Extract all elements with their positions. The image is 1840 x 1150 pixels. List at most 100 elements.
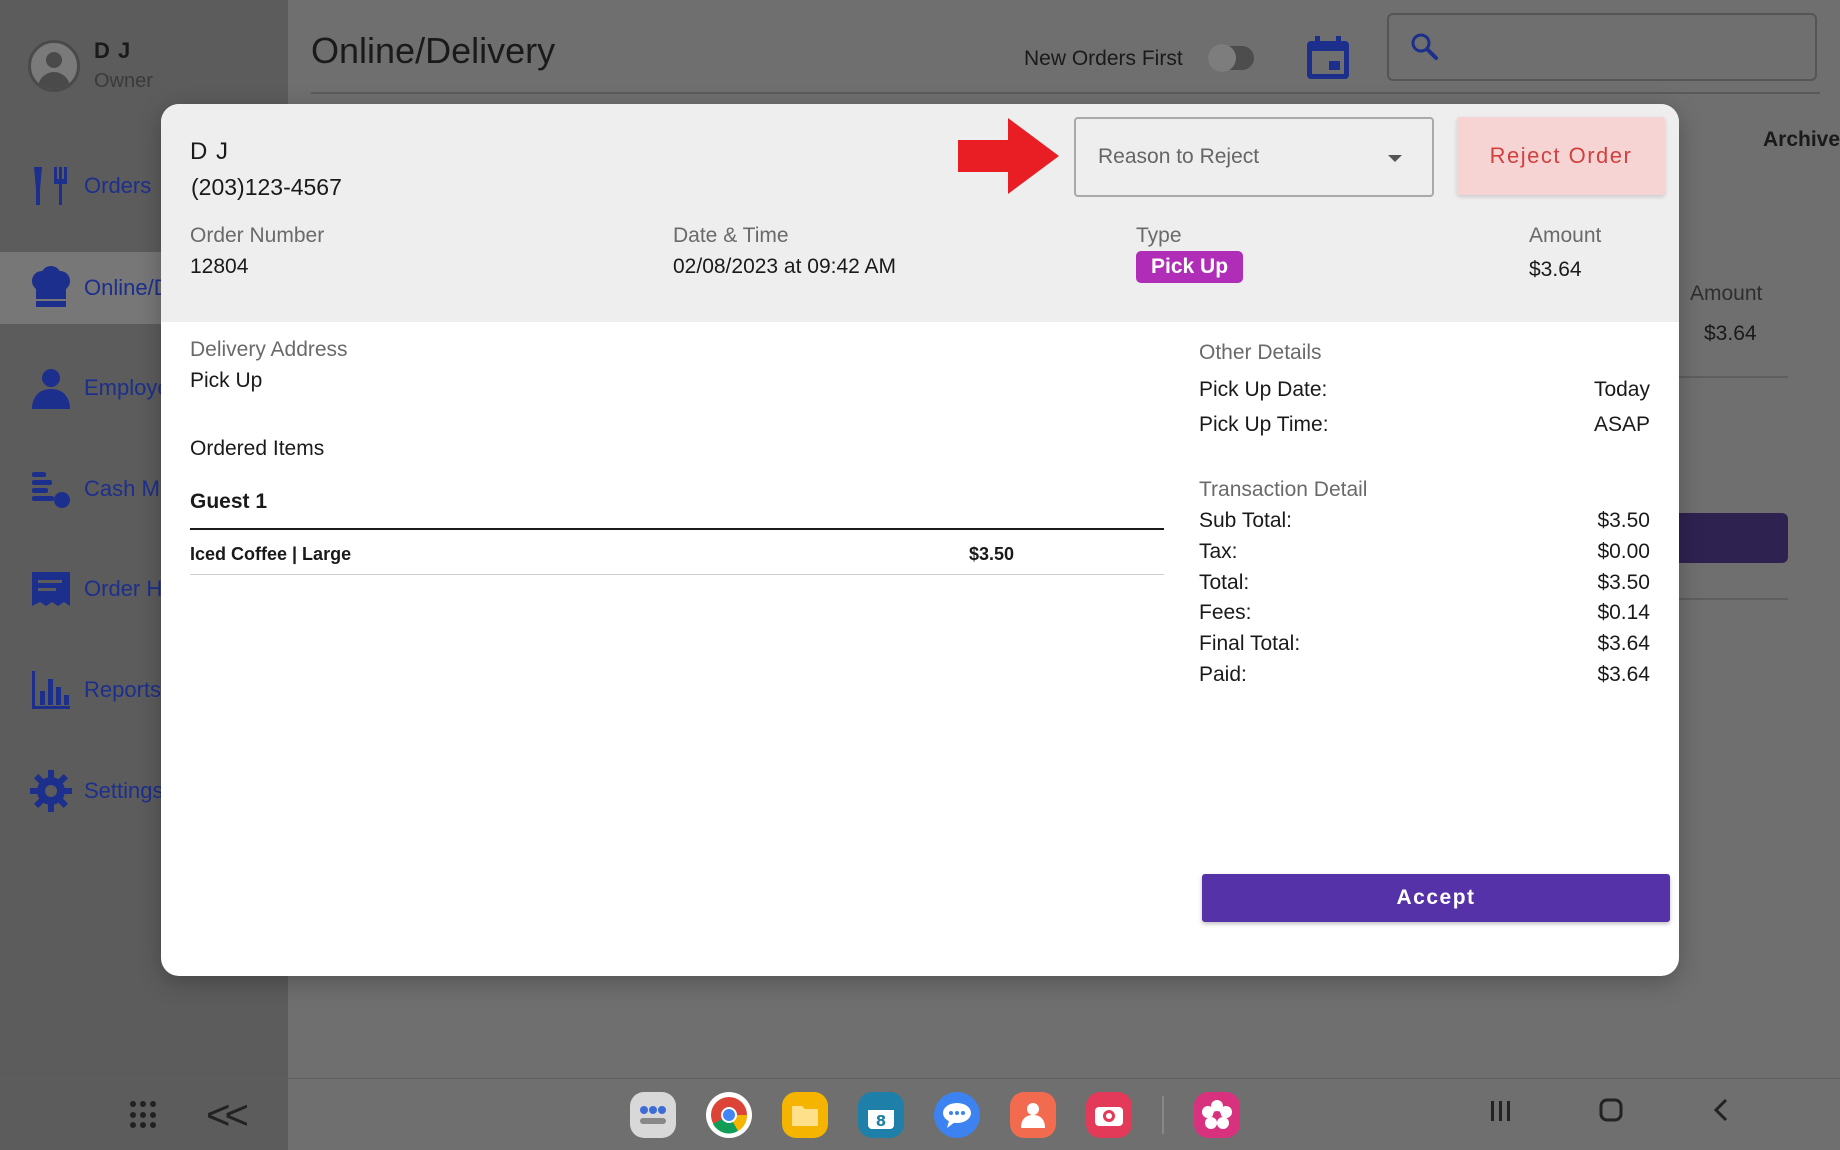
new-orders-first-toggle[interactable] (1208, 44, 1254, 72)
row-value: $0.14 (1597, 601, 1650, 624)
bg-divider (1678, 598, 1788, 600)
row-label: Final Total: (1199, 632, 1301, 655)
launcher-app-icon[interactable] (630, 1092, 676, 1138)
calendar-app-icon[interactable]: 8 (858, 1092, 904, 1138)
sidebar-item-label: Order H (84, 576, 163, 601)
home-icon[interactable] (1598, 1097, 1624, 1131)
row-label: Total: (1199, 571, 1250, 594)
fees-row: Fees: $0.14 (1199, 601, 1650, 625)
other-details-label: Other Details (1199, 341, 1322, 364)
recent-apps-icon[interactable] (1488, 1097, 1514, 1131)
guest-divider (190, 528, 1164, 530)
bg-divider (1678, 376, 1788, 378)
transaction-detail-label: Transaction Detail (1199, 478, 1368, 501)
amount-value: $3.64 (1529, 258, 1582, 281)
order-detail-modal: D J (203)123-4567 Reason to Reject Rejec… (161, 104, 1679, 976)
row-value: $3.50 (1597, 509, 1650, 532)
date-time: 02/08/2023 at 09:42 AM (673, 255, 897, 278)
bg-amount-value: $3.64 (1704, 322, 1757, 345)
order-number-label: Order Number (190, 224, 325, 247)
guest-title: Guest 1 (190, 490, 268, 513)
order-type-badge: Pick Up (1136, 251, 1244, 283)
sidebar-item-label: Online/D (84, 275, 170, 300)
header-divider (311, 92, 1820, 94)
row-value: $0.00 (1597, 540, 1650, 563)
messages-app-icon[interactable] (934, 1092, 980, 1138)
apps-grid-icon[interactable] (130, 1101, 158, 1129)
customer-phone: (203)123-4567 (191, 174, 342, 200)
dock-separator (1162, 1096, 1164, 1134)
reason-to-reject-select[interactable]: Reason to Reject (1074, 117, 1434, 197)
coins-icon (28, 466, 74, 512)
total-row: Total: $3.50 (1199, 571, 1650, 595)
customer-name: D J (190, 138, 229, 165)
final-total-row: Final Total: $3.64 (1199, 632, 1650, 656)
gear-icon (28, 768, 74, 814)
bg-action-button[interactable] (1678, 513, 1788, 563)
sidebar-item-label: Settings (84, 778, 164, 803)
accept-button[interactable]: Accept (1202, 874, 1670, 922)
pick-up-time-row: Pick Up Time: ASAP (1199, 413, 1650, 437)
tab-archive[interactable]: Archive (1763, 128, 1840, 152)
person-icon (28, 365, 74, 411)
row-value: ASAP (1593, 413, 1650, 436)
row-label: Tax: (1199, 540, 1238, 563)
app-dock: 8 (630, 1092, 1240, 1138)
row-label: Fees: (1199, 601, 1252, 624)
sidebar-item-label: Reports (84, 677, 162, 702)
row-label: Paid: (1199, 663, 1247, 686)
row-value: $3.64 (1597, 663, 1650, 686)
receipt-icon (28, 566, 74, 612)
amount-label: Amount (1529, 224, 1602, 247)
page-title: Online/Delivery (311, 30, 556, 71)
item-name: Iced Coffee | Large (190, 544, 352, 564)
paid-row: Paid: $3.64 (1199, 663, 1650, 687)
contacts-app-icon[interactable] (1010, 1092, 1056, 1138)
item-price: $3.50 (969, 544, 1015, 564)
bar-chart-icon (28, 667, 74, 713)
sidebar-item-label: Orders (84, 173, 152, 198)
delivery-address: Pick Up (190, 369, 263, 392)
item-divider (190, 574, 1164, 575)
back-icon[interactable] (1710, 1097, 1732, 1131)
row-label: Pick Up Time: (1199, 413, 1329, 436)
order-summary-header (161, 104, 1679, 322)
row-value: Today (1593, 378, 1650, 401)
chevron-down-icon (1388, 155, 1402, 162)
sidebar-item-label: Cash M (84, 476, 160, 501)
red-arrow-icon (956, 116, 1061, 201)
bg-amount-label: Amount (1690, 282, 1763, 305)
chef-hat-icon (28, 265, 74, 311)
sidebar-item-label: Employe (84, 375, 170, 400)
user-profile[interactable]: D J Owner (28, 38, 153, 93)
reason-to-reject-placeholder: Reason to Reject (1098, 145, 1260, 168)
new-orders-first-label: New Orders First (1024, 47, 1183, 70)
system-taskbar: << 8 (0, 1078, 1840, 1150)
collapse-sidebar-icon[interactable]: << (206, 1091, 249, 1139)
row-value: $3.50 (1597, 571, 1650, 594)
type-label: Type (1136, 224, 1182, 247)
reject-order-button[interactable]: Reject Order (1457, 117, 1665, 195)
chrome-app-icon[interactable] (706, 1092, 752, 1138)
tax-row: Tax: $0.00 (1199, 540, 1650, 564)
calendar-icon[interactable] (1304, 34, 1352, 87)
taskbar-left: << (0, 1079, 288, 1150)
order-number: 12804 (190, 255, 249, 278)
user-name: D J (94, 38, 132, 63)
search-input[interactable] (1387, 13, 1817, 81)
svg-text:8: 8 (876, 1112, 886, 1130)
row-label: Pick Up Date: (1199, 378, 1328, 401)
date-time-label: Date & Time (673, 224, 789, 247)
delivery-address-label: Delivery Address (190, 338, 348, 361)
sub-total-row: Sub Total: $3.50 (1199, 509, 1650, 533)
ordered-items-label: Ordered Items (190, 437, 325, 460)
camera-app-icon[interactable] (1086, 1092, 1132, 1138)
user-role: Owner (94, 70, 153, 92)
utensils-icon (28, 163, 74, 209)
pick-up-date-row: Pick Up Date: Today (1199, 378, 1650, 402)
row-label: Sub Total: (1199, 509, 1293, 532)
gallery-app-icon[interactable] (1194, 1092, 1240, 1138)
avatar (28, 39, 80, 92)
row-value: $3.64 (1597, 632, 1650, 655)
files-app-icon[interactable] (782, 1092, 828, 1138)
